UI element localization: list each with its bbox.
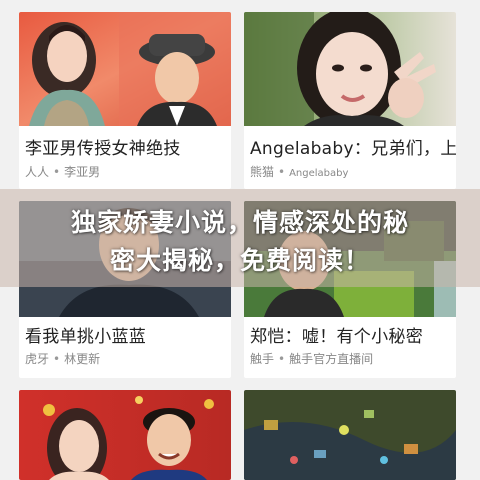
- video-author: 虎牙: [25, 352, 50, 366]
- video-title[interactable]: 郑恺：嘘！有个小秘密: [250, 322, 423, 347]
- video-source: 李亚男: [64, 165, 101, 179]
- thumbnail-image-5: [19, 390, 231, 480]
- video-thumbnail-2[interactable]: [244, 12, 456, 126]
- video-meta: 熊猫 • Angelababy: [250, 163, 348, 180]
- video-meta: 人人 • 李亚男: [25, 163, 100, 180]
- video-title[interactable]: 看我单挑小蓝蓝: [25, 322, 146, 347]
- separator-dot: •: [278, 352, 286, 366]
- video-author: 触手: [250, 352, 275, 366]
- video-source: 林更新: [64, 352, 101, 366]
- video-thumbnail-6[interactable]: [244, 390, 456, 480]
- video-card-2[interactable]: Angelababy：兄弟们，上 熊猫 • Angelababy: [244, 12, 456, 189]
- video-thumbnail-1[interactable]: [19, 12, 231, 126]
- separator-dot: •: [53, 352, 61, 366]
- thumbnail-image-2: [244, 12, 456, 126]
- video-thumbnail-5[interactable]: [19, 390, 231, 480]
- separator-dot: •: [278, 165, 286, 179]
- promo-banner-line-1[interactable]: 独家娇妻小说，情感深处的秘: [0, 203, 480, 239]
- video-meta: 触手 • 触手官方直播间: [250, 350, 373, 367]
- video-author: 人人: [25, 165, 50, 179]
- video-source: 触手官方直播间: [289, 352, 374, 366]
- promo-banner[interactable]: 独家娇妻小说，情感深处的秘 密大揭秘，免费阅读！: [0, 189, 480, 287]
- video-author: 熊猫: [250, 165, 275, 179]
- video-meta: 虎牙 • 林更新: [25, 350, 100, 367]
- thumbnail-image-6: [244, 390, 456, 480]
- thumbnail-image-1: [19, 12, 231, 126]
- separator-dot: •: [53, 165, 61, 179]
- promo-banner-line-2[interactable]: 密大揭秘，免费阅读！: [0, 241, 480, 277]
- video-title[interactable]: Angelababy：兄弟们，上: [250, 134, 456, 159]
- video-card-5[interactable]: [19, 390, 231, 480]
- video-source: Angelababy: [289, 168, 349, 179]
- video-card-1[interactable]: 李亚男传授女神绝技 人人 • 李亚男: [19, 12, 231, 189]
- video-title[interactable]: 李亚男传授女神绝技: [25, 134, 181, 159]
- video-card-6[interactable]: [244, 390, 456, 480]
